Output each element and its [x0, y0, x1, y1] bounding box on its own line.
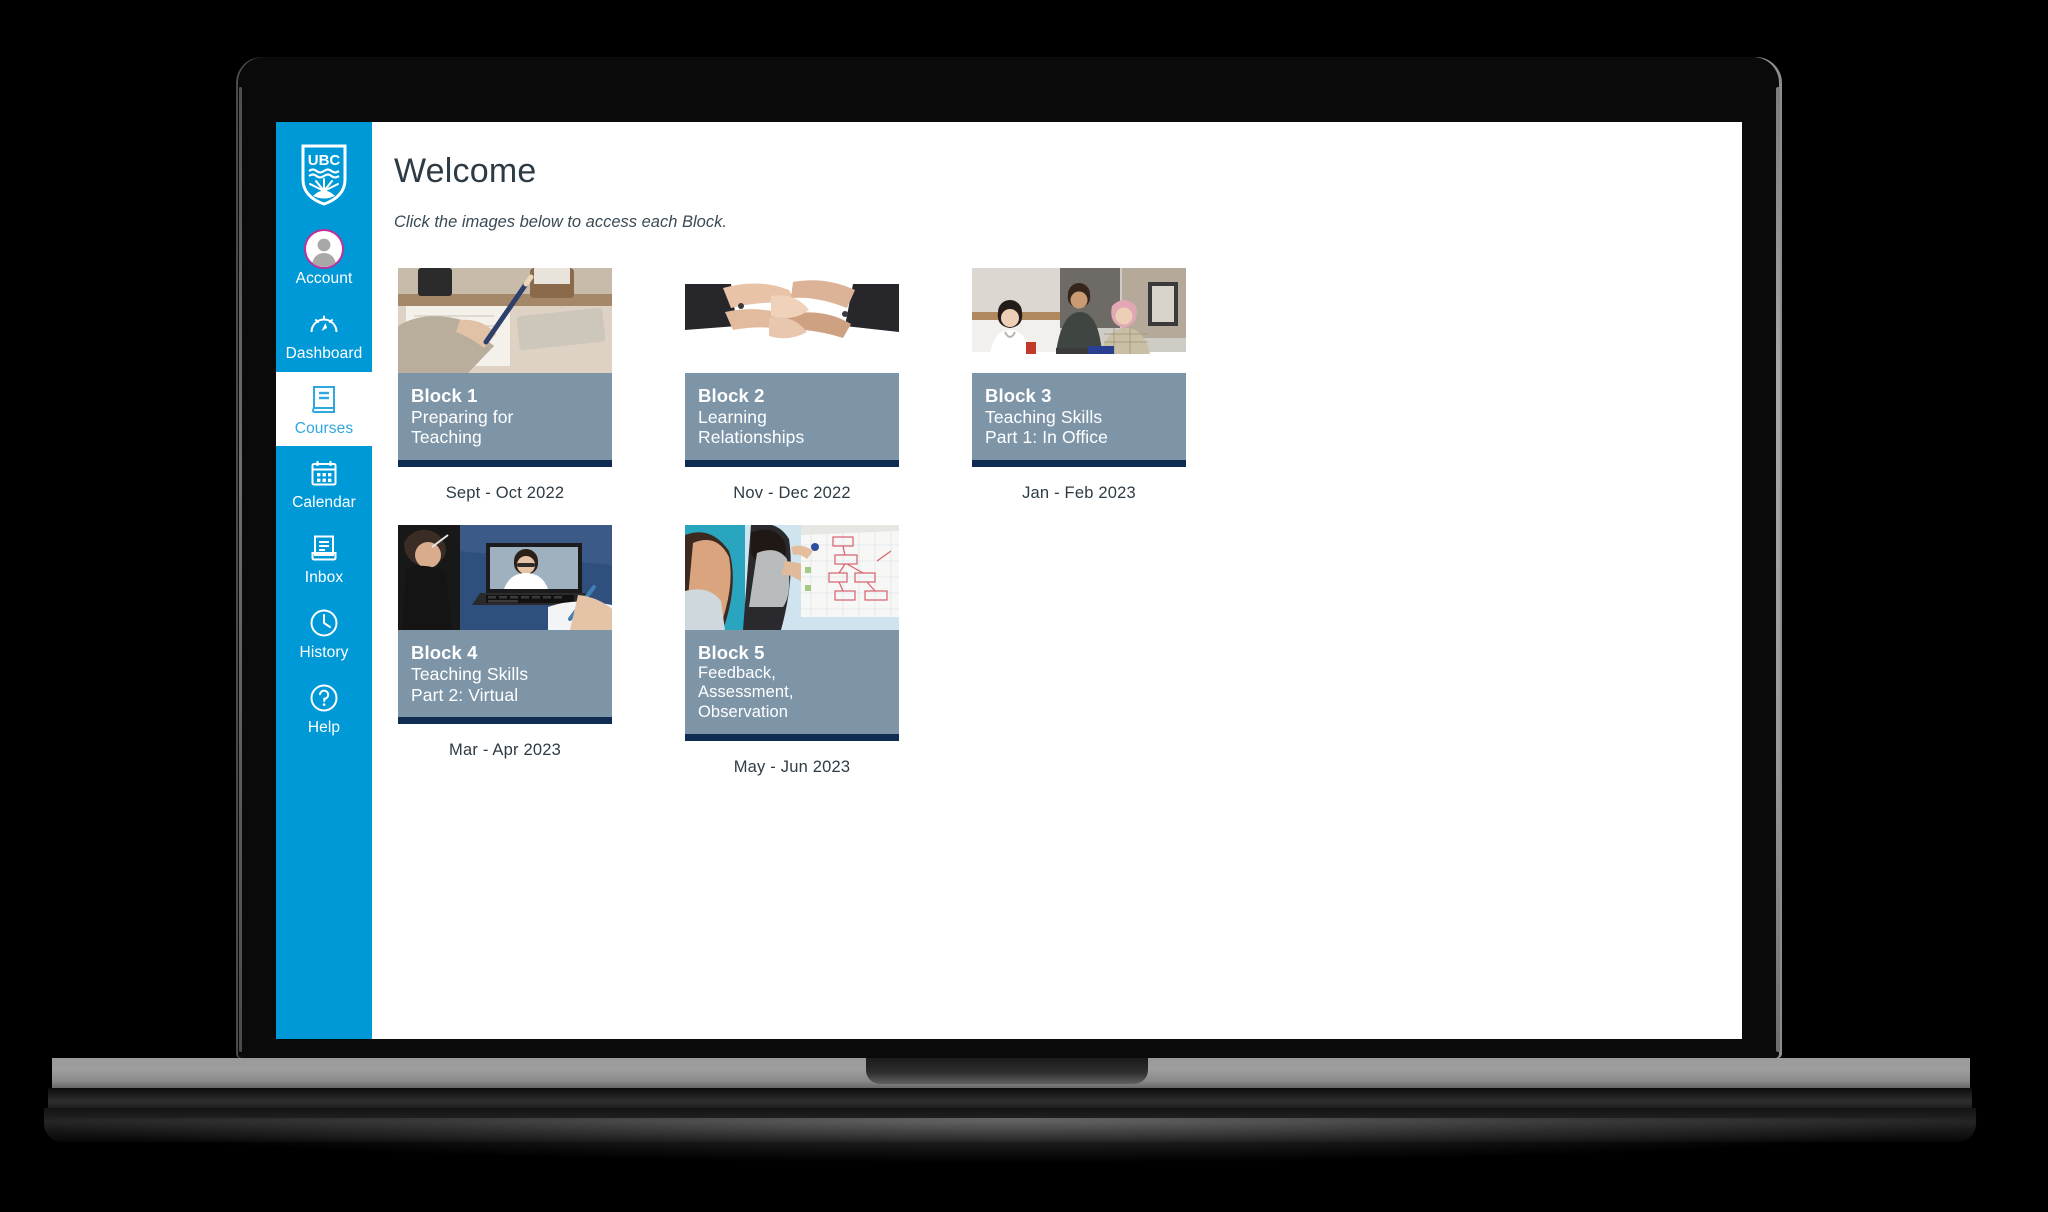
- gauge-icon: [309, 307, 339, 341]
- sidebar-item-label: Dashboard: [285, 344, 363, 362]
- card-rule: [685, 734, 899, 742]
- hands-joined-photo: [685, 268, 899, 373]
- sidebar-item-label: Inbox: [304, 569, 344, 587]
- sidebar-item-label: Help: [307, 718, 341, 736]
- page-subtitle: Click the images below to access each Bl…: [394, 213, 727, 231]
- block-card[interactable]: Block 4 Teaching Skills Part 2: Virtual M…: [398, 525, 612, 777]
- block-card[interactable]: Block 2 Learning Relationships Nov - Dec …: [685, 268, 899, 503]
- card-number: Block 5: [698, 642, 765, 664]
- card-date: May - Jun 2023: [733, 758, 851, 777]
- card-title: Preparing for Teaching: [411, 406, 514, 448]
- card-title: Learning Relationships: [698, 406, 805, 448]
- sidebar-item-calendar[interactable]: Calendar: [276, 446, 372, 521]
- sidebar-item-history[interactable]: History: [276, 596, 372, 671]
- global-nav-sidebar: UBC Account Dashboard Courses Calendar I…: [276, 122, 372, 1039]
- block-card[interactable]: Block 5 Feedback, Assessment, Observation …: [685, 525, 899, 777]
- card-date: Mar - Apr 2023: [449, 741, 561, 760]
- card-date: Nov - Dec 2022: [733, 484, 851, 503]
- book-icon: [310, 382, 338, 416]
- ubc-shield-logo[interactable]: UBC: [276, 132, 372, 222]
- card-frame: Block 2 Learning Relationships: [685, 268, 899, 468]
- user-avatar-icon: [304, 229, 344, 269]
- card-title: Feedback, Assessment, Observation: [698, 663, 794, 721]
- card-frame: Block 4 Teaching Skills Part 2: Virtual: [398, 525, 612, 725]
- block-card[interactable]: Block 3 Teaching Skills Part 1: In Office…: [972, 268, 1186, 503]
- card-date: Jan - Feb 2023: [1022, 484, 1136, 503]
- flipchart-presentation-photo: [685, 525, 899, 631]
- sidebar-item-label: History: [299, 644, 349, 662]
- sidebar-item-dashboard[interactable]: Dashboard: [276, 297, 372, 372]
- video-call-laptop-photo: [398, 525, 612, 631]
- page-title: Welcome: [394, 152, 537, 190]
- lid-left-edge: [239, 87, 242, 1052]
- question-circle-icon: [309, 681, 339, 715]
- sidebar-item-account[interactable]: Account: [276, 222, 372, 297]
- card-frame: Block 1 Preparing for Teaching: [398, 268, 612, 468]
- card-rule: [398, 460, 612, 468]
- card-date: Sept - Oct 2022: [445, 484, 565, 503]
- card-caption: Block 2 Learning Relationships: [685, 373, 899, 461]
- sidebar-item-label: Courses: [294, 419, 354, 437]
- block-card[interactable]: Block 1 Preparing for Teaching Sept - Oct…: [398, 268, 612, 503]
- card-caption: Block 3 Teaching Skills Part 1: In Office: [972, 373, 1186, 461]
- person-writing-notes-photo: [398, 268, 612, 373]
- calendar-icon: [310, 456, 338, 490]
- sidebar-item-label: Calendar: [292, 494, 356, 512]
- card-rule: [972, 460, 1186, 468]
- inbox-tray-icon: [310, 531, 338, 565]
- doctor-with-patient-photo: [972, 268, 1186, 373]
- card-number: Block 2: [698, 385, 765, 406]
- sidebar-item-courses[interactable]: Courses: [276, 371, 372, 447]
- sidebar-item-inbox[interactable]: Inbox: [276, 521, 372, 596]
- laptop-screen: UBC Account Dashboard Courses Calendar I…: [276, 122, 1742, 1039]
- svg-text:UBC: UBC: [308, 152, 341, 169]
- card-rule: [398, 717, 612, 725]
- card-frame: Block 3 Teaching Skills Part 1: In Office: [972, 268, 1186, 468]
- card-frame: Block 5 Feedback, Assessment, Observation: [685, 525, 899, 742]
- card-caption: Block 1 Preparing for Teaching: [398, 373, 612, 461]
- sidebar-item-label: Account: [295, 270, 353, 287]
- card-caption: Block 4 Teaching Skills Part 2: Virtual: [398, 630, 612, 718]
- card-number: Block 3: [985, 385, 1052, 406]
- main-content: Welcome Click the images below to access…: [372, 122, 1742, 1039]
- laptop-base-notch: [866, 1058, 1148, 1084]
- lid-right-edge: [1776, 87, 1780, 1052]
- laptop-base-shadow: [40, 1118, 1980, 1162]
- sidebar-item-help[interactable]: Help: [276, 671, 372, 746]
- card-title: Teaching Skills Part 2: Virtual: [411, 663, 529, 705]
- card-caption: Block 5 Feedback, Assessment, Observation: [685, 630, 899, 735]
- card-title: Teaching Skills Part 1: In Office: [985, 406, 1108, 448]
- card-number: Block 4: [411, 642, 478, 664]
- block-card-grid: Block 1 Preparing for Teaching Sept - Oct…: [398, 268, 1702, 777]
- card-rule: [685, 460, 899, 468]
- screenshot-stage: UBC Account Dashboard Courses Calendar I…: [0, 0, 2048, 1212]
- clock-icon: [309, 606, 339, 640]
- card-number: Block 1: [411, 385, 478, 406]
